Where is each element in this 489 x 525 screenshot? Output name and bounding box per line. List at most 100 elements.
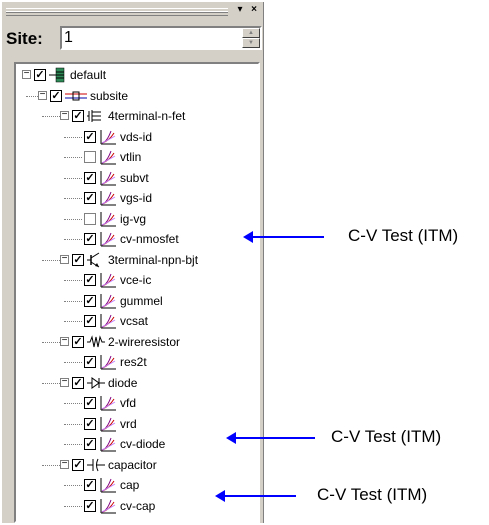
checkbox[interactable]: ✓	[84, 315, 96, 327]
tree-test-item[interactable]: ✓ ig-vg	[16, 210, 256, 228]
tree-node-label: gummel	[120, 294, 163, 308]
checkbox[interactable]: ✓	[34, 69, 46, 81]
checkbox[interactable]: ✓	[72, 459, 84, 471]
drag-grip[interactable]	[6, 8, 228, 16]
tree-node[interactable]: − ✓ 3terminal-npn-bjt	[16, 251, 256, 269]
test-icon	[99, 354, 117, 370]
checkbox[interactable]: ✓	[84, 274, 96, 286]
tree-node-label: 4terminal-n-fet	[108, 109, 186, 123]
site-explorer-panel: ▾ × Site: ▲ ▼ −✓default−✓subsite−✓4termi…	[2, 2, 264, 523]
tree-node-label: cv-diode	[120, 437, 166, 451]
tree-node[interactable]: − ✓ 2-wireresistor	[16, 333, 256, 351]
tree-test-item[interactable]: ✓ subvt	[16, 169, 256, 187]
tree-node-label: 2-wireresistor	[108, 335, 181, 349]
test-icon	[99, 170, 117, 186]
site-input[interactable]	[64, 29, 224, 47]
test-icon	[99, 293, 117, 309]
checkbox[interactable]: ✓	[84, 295, 96, 307]
checkbox[interactable]: ✓	[84, 356, 96, 368]
test-icon	[99, 395, 117, 411]
checkbox[interactable]: ✓	[84, 397, 96, 409]
collapse-icon[interactable]: −	[60, 110, 69, 120]
tree-test-item[interactable]: ✓ vce-ic	[16, 271, 256, 289]
collapse-icon[interactable]: −	[60, 336, 69, 346]
tree-connector	[64, 137, 82, 138]
checkbox[interactable]: ✓	[84, 151, 96, 163]
tree-test-item[interactable]: ✓ vcsat	[16, 312, 256, 330]
tree-node[interactable]: − ✓ diode	[16, 374, 256, 392]
collapse-icon[interactable]: −	[60, 459, 69, 469]
checkbox[interactable]: ✓	[84, 233, 96, 245]
tree-connector	[64, 198, 82, 199]
checkbox[interactable]: ✓	[84, 418, 96, 430]
annotation-label: C-V Test (ITM)	[348, 226, 459, 245]
checkbox[interactable]: ✓	[84, 479, 96, 491]
spin-down-icon[interactable]: ▼	[242, 38, 260, 48]
test-icon	[99, 272, 117, 288]
tree-connector	[64, 444, 82, 445]
collapse-icon[interactable]: −	[38, 90, 47, 100]
diode-icon	[87, 375, 105, 391]
site-field[interactable]: ▲ ▼	[60, 26, 262, 50]
site-label: Site:	[6, 29, 43, 48]
tree-node[interactable]: − ✓ capacitor	[16, 456, 256, 474]
tree-node[interactable]: − ✓ subsite	[16, 87, 256, 105]
checkbox[interactable]: ✓	[72, 254, 84, 266]
test-icon	[99, 149, 117, 165]
checkbox[interactable]: ✓	[84, 172, 96, 184]
tree-node-label: vfd	[120, 396, 137, 410]
collapse-icon[interactable]: −	[22, 69, 31, 79]
checkbox[interactable]: ✓	[84, 192, 96, 204]
panel-menu-icon[interactable]: ▾	[234, 4, 246, 16]
tree-test-item[interactable]: ✓ cv-nmosfet	[16, 230, 256, 248]
test-icon	[99, 190, 117, 206]
site-spinner[interactable]: ▲ ▼	[242, 28, 260, 48]
resistor-icon	[87, 334, 105, 350]
test-icon	[99, 231, 117, 247]
tree-node-label: default	[70, 68, 107, 82]
tree-test-item[interactable]: ✓ vtlin	[16, 148, 256, 166]
close-icon[interactable]: ×	[248, 4, 260, 16]
checkbox[interactable]: ✓	[72, 110, 84, 122]
tree-node[interactable]: − ✓ default	[16, 66, 256, 84]
tree-test-item[interactable]: ✓ vgs-id	[16, 189, 256, 207]
tree-connector	[42, 465, 62, 466]
site-tree[interactable]: − ✓ default − ✓ subsite − ✓ 4terminal-n-fet ✓ vds-…	[14, 62, 260, 523]
test-icon	[99, 436, 117, 452]
test-icon	[99, 313, 117, 329]
collapse-icon[interactable]: −	[60, 254, 69, 264]
checkbox[interactable]: ✓	[50, 90, 62, 102]
tree-node-label: vce-ic	[120, 273, 152, 287]
tree-node-label: ig-vg	[120, 212, 147, 226]
spin-up-icon[interactable]: ▲	[242, 28, 260, 38]
checkbox[interactable]: ✓	[84, 131, 96, 143]
tree-connector	[42, 383, 62, 384]
annotation-arrow	[235, 437, 315, 439]
tree-test-item[interactable]: ✓ res2t	[16, 353, 256, 371]
checkbox[interactable]: ✓	[84, 438, 96, 450]
tree-test-item[interactable]: ✓ vrd	[16, 415, 256, 433]
test-icon	[99, 498, 117, 514]
tree-test-item[interactable]: ✓ vds-id	[16, 128, 256, 146]
tree-node-label: vds-id	[120, 130, 153, 144]
tree-connector	[64, 485, 82, 486]
collapse-icon[interactable]: −	[60, 377, 69, 387]
tree-node-label: vcsat	[120, 314, 149, 328]
tree-test-item[interactable]: ✓ gummel	[16, 292, 256, 310]
checkbox[interactable]: ✓	[72, 336, 84, 348]
tree-node-label: diode	[108, 376, 138, 390]
tree-node-label: cv-cap	[120, 499, 156, 513]
checkbox[interactable]: ✓	[72, 377, 84, 389]
tree-test-item[interactable]: ✓ vfd	[16, 394, 256, 412]
tree-node-label: cv-nmosfet	[120, 232, 179, 246]
tree-test-item[interactable]: ✓ cv-diode	[16, 435, 256, 453]
tree-node-label: vtlin	[120, 150, 142, 164]
checkbox[interactable]: ✓	[84, 500, 96, 512]
panel-titlebar: ▾ ×	[6, 4, 260, 18]
tree-connector	[64, 403, 82, 404]
tree-node[interactable]: − ✓ 4terminal-n-fet	[16, 107, 256, 125]
tree-node-label: 3terminal-npn-bjt	[108, 253, 199, 267]
checkbox[interactable]: ✓	[84, 213, 96, 225]
tree-connector	[64, 362, 82, 363]
tree-connector	[64, 424, 82, 425]
